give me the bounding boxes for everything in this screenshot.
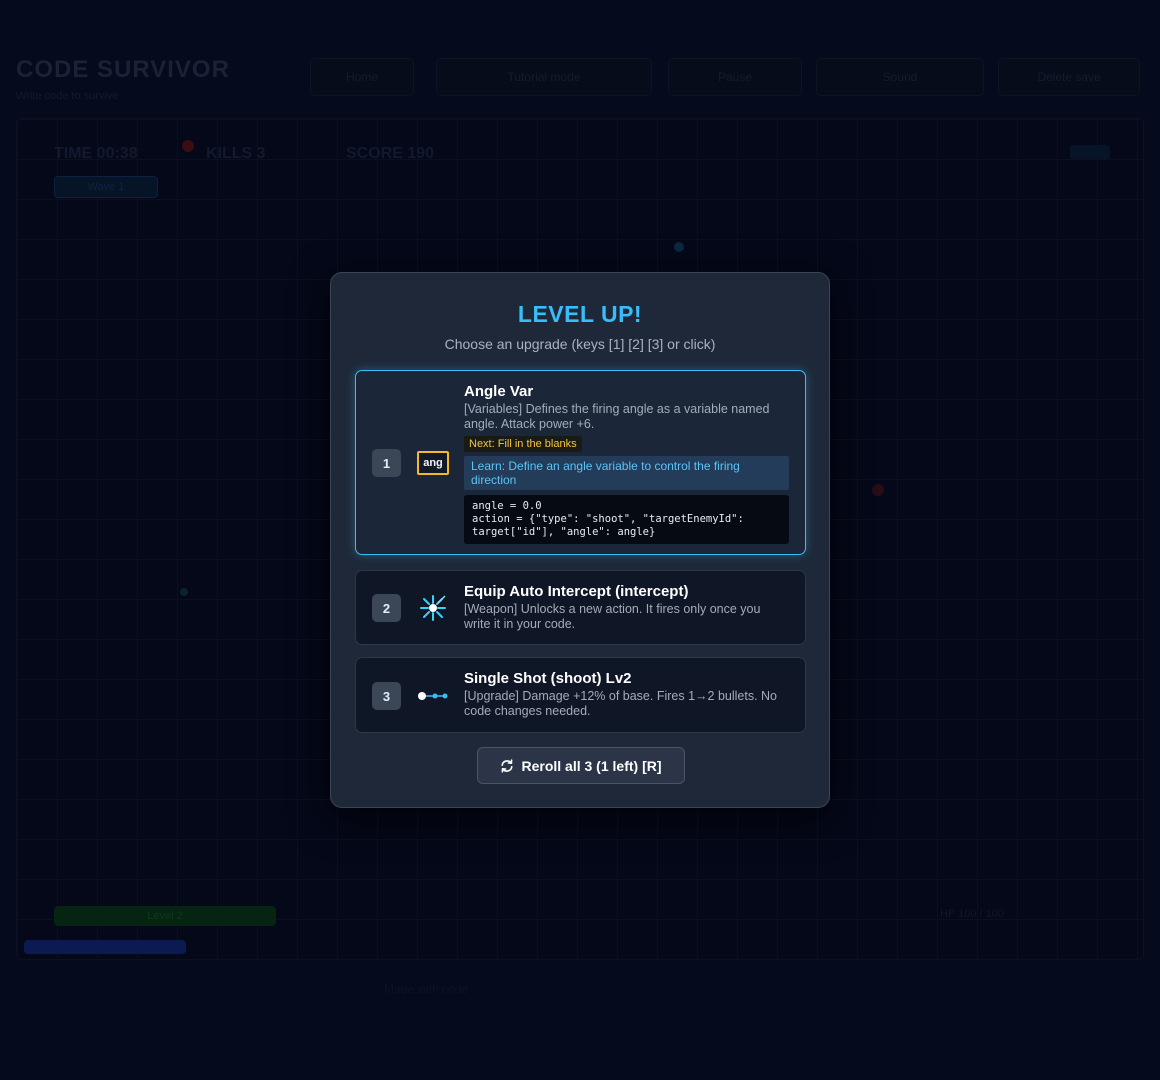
wave-tag: Wave 1 bbox=[54, 176, 158, 198]
option-key: 1 bbox=[372, 449, 401, 477]
modal-subtitle: Choose an upgrade (keys [1] [2] [3] or c… bbox=[444, 336, 716, 352]
next-badge: Next: Fill in the blanks bbox=[464, 436, 582, 452]
game-screen: CODE SURVIVOR Write code to survive Home… bbox=[0, 0, 1160, 1080]
home-button[interactable]: Home bbox=[310, 58, 414, 96]
enemy-marker bbox=[180, 588, 188, 596]
reroll-label: Reroll all 3 (1 left) [R] bbox=[521, 757, 662, 774]
hud-kills: KILLS 3 bbox=[206, 145, 266, 162]
upgrade-option-1[interactable]: 1 ang Angle Var [Variables] Defines the … bbox=[355, 370, 806, 555]
kills-icon bbox=[182, 140, 194, 152]
footer-text: Made with code bbox=[384, 982, 469, 996]
learn-hint: Learn: Define an angle variable to contr… bbox=[464, 456, 789, 490]
xp-bar bbox=[24, 940, 186, 954]
single-shot-icon bbox=[416, 679, 450, 713]
code-line: angle = 0.0 bbox=[472, 500, 542, 512]
option-description: [Variables] Defines the firing angle as … bbox=[464, 402, 770, 431]
hud-score: SCORE 190 bbox=[346, 145, 435, 162]
pause-button[interactable]: Pause bbox=[668, 58, 802, 96]
option-name: Single Shot (shoot) Lv2 bbox=[464, 670, 632, 687]
game-title: CODE SURVIVOR bbox=[16, 56, 230, 83]
option-name: Angle Var bbox=[464, 383, 534, 400]
sound-button[interactable]: Sound bbox=[816, 58, 984, 96]
option-key: 3 bbox=[372, 682, 401, 710]
hp-readout: HP 100 / 100 bbox=[940, 908, 1005, 920]
level-bar: Level 2 bbox=[54, 906, 276, 926]
intercept-burst-icon bbox=[416, 591, 450, 625]
code-line: target["id"], "angle": angle} bbox=[472, 526, 656, 538]
option-description: [Upgrade] Damage +12% of base. Fires 1→2… bbox=[464, 689, 778, 718]
level-up-modal: LEVEL UP! Choose an upgrade (keys [1] [2… bbox=[330, 272, 830, 808]
enemy-marker bbox=[674, 242, 684, 252]
modal-title: LEVEL UP! bbox=[517, 301, 643, 327]
upgrade-option-2[interactable]: 2 Equip Auto Intercept (intercept) [Weap… bbox=[355, 570, 806, 645]
angle-variable-icon: ang bbox=[416, 446, 450, 480]
enemy-marker bbox=[872, 484, 884, 496]
option-name: Equip Auto Intercept (intercept) bbox=[464, 583, 689, 600]
game-subtitle: Write code to survive bbox=[16, 90, 119, 102]
option-description: [Weapon] Unlocks a new action. It fires … bbox=[464, 602, 761, 631]
hud-corner-indicator bbox=[1070, 145, 1110, 159]
tutorial-mode-button[interactable]: Tutorial mode bbox=[436, 58, 652, 96]
refresh-icon bbox=[500, 758, 514, 773]
angle-variable-icon-label: ang bbox=[417, 451, 449, 475]
reroll-button[interactable]: Reroll all 3 (1 left) [R] bbox=[477, 747, 685, 784]
code-snippet: angle = 0.0 action = {"type": "shoot", "… bbox=[464, 495, 789, 544]
option-key: 2 bbox=[372, 594, 401, 622]
delete-save-button[interactable]: Delete save bbox=[998, 58, 1140, 96]
hud-time: TIME 00:38 bbox=[54, 145, 138, 162]
upgrade-option-3[interactable]: 3 Single Shot (shoot) Lv2 [Upgrade] Dama… bbox=[355, 657, 806, 733]
code-line: action = {"type": "shoot", "targetEnemyI… bbox=[472, 513, 744, 525]
